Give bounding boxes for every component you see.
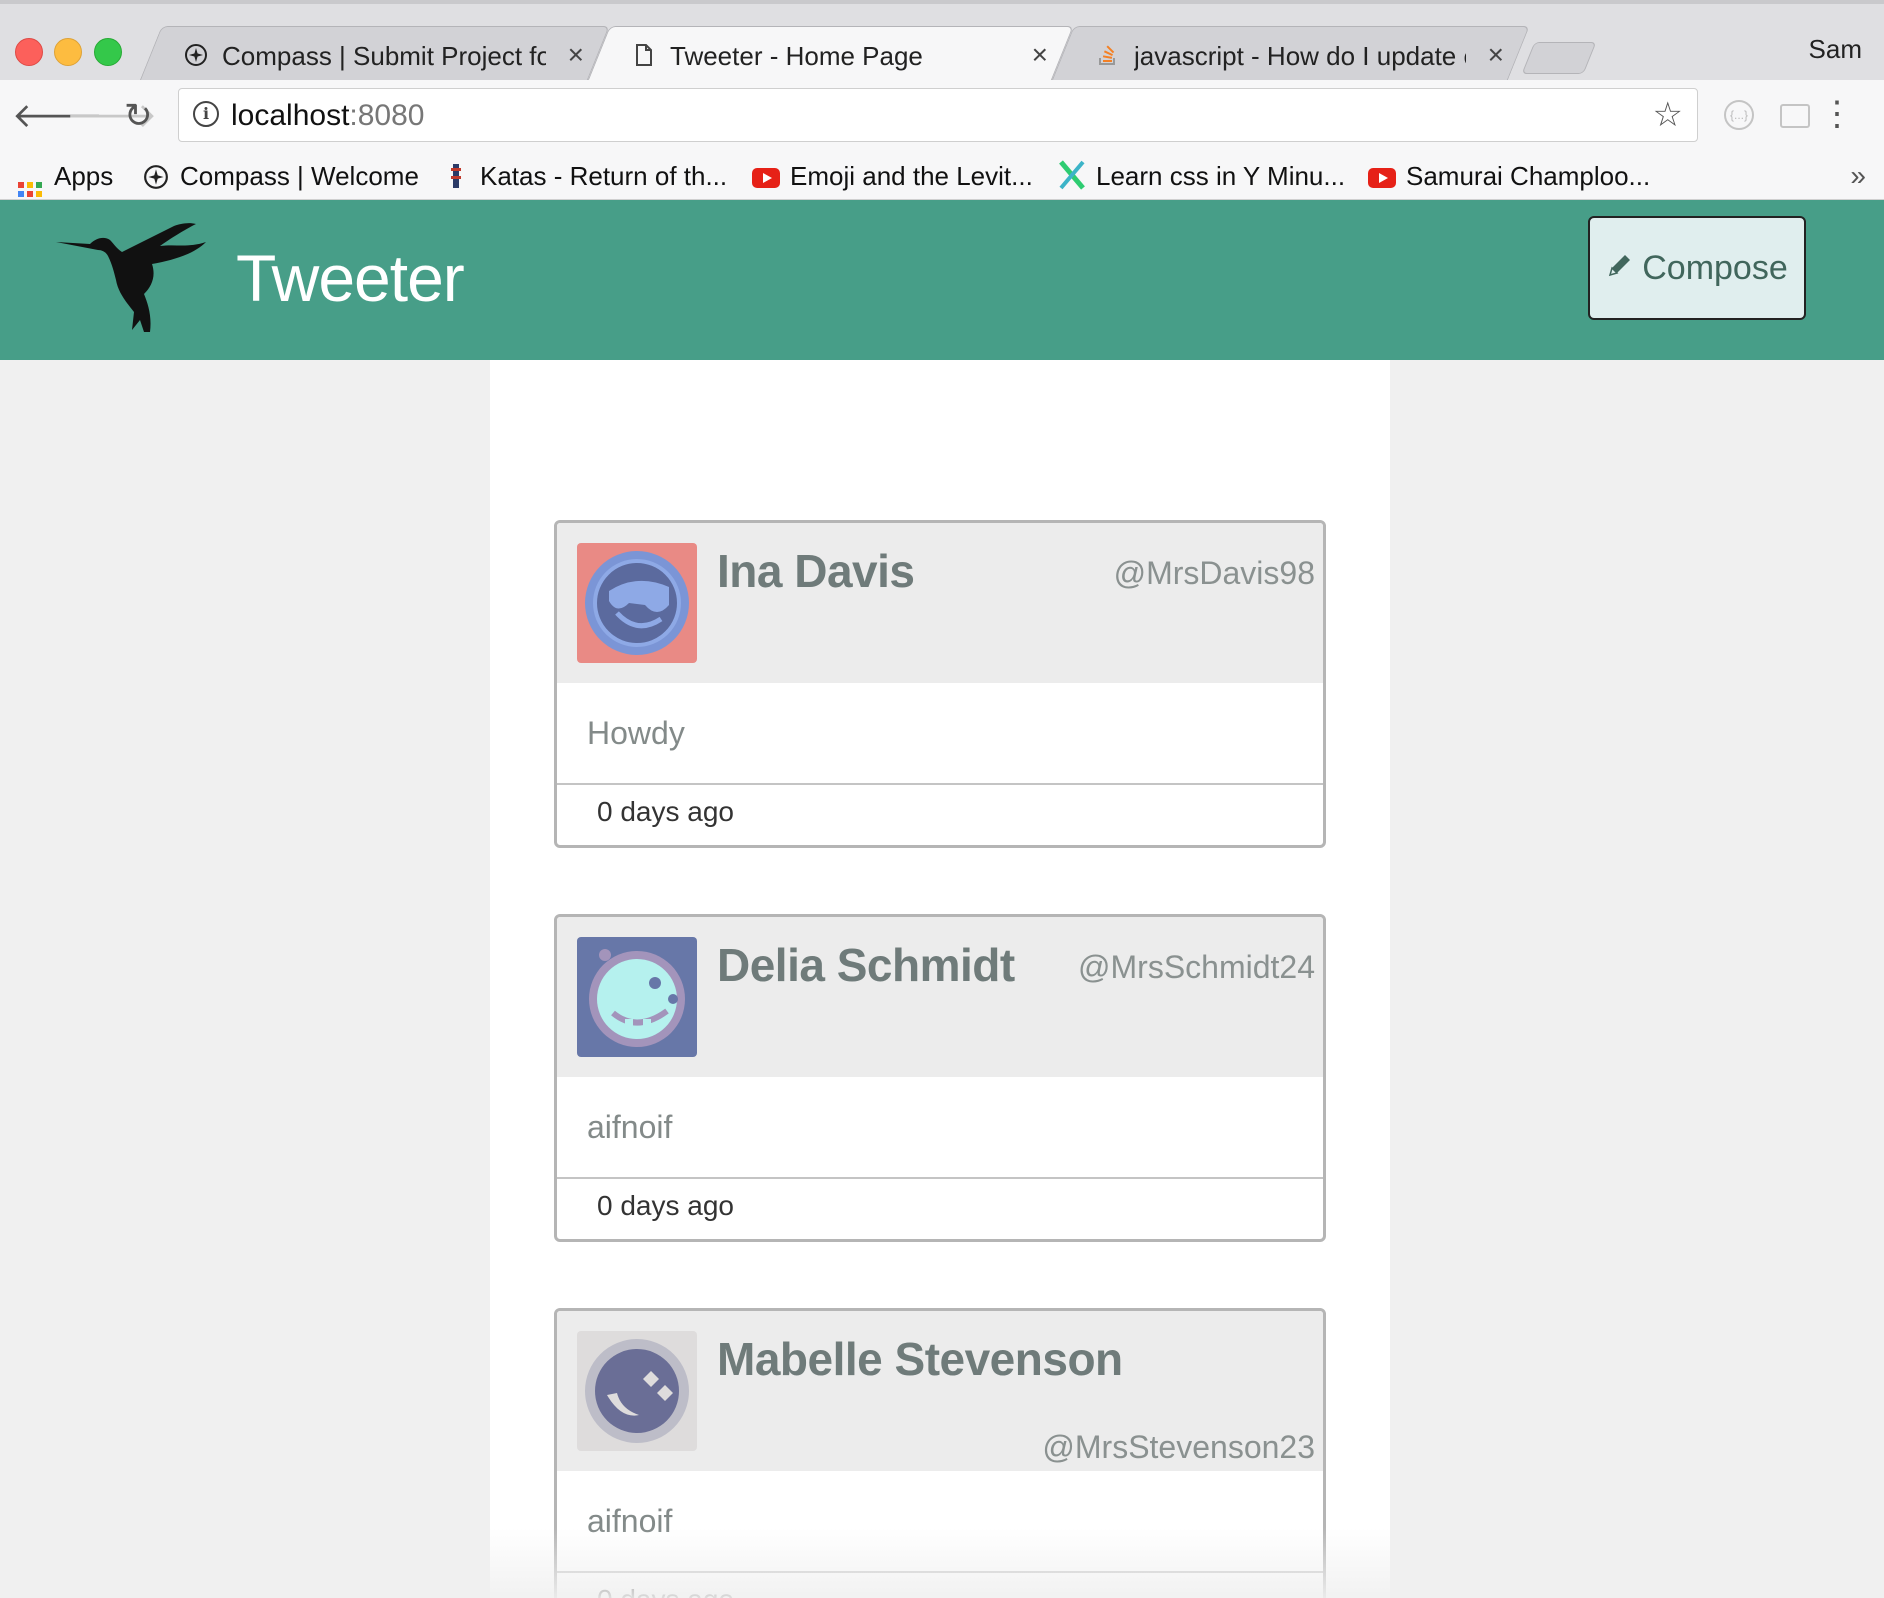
- address-bar[interactable]: i localhost:8080 ☆: [178, 88, 1698, 142]
- json-viewer-extension-icon[interactable]: {...}: [1724, 100, 1754, 130]
- document-icon: [632, 43, 656, 67]
- tweet-card: Delia Schmidt @MrsSchmidt24 aifnoif 0 da…: [554, 914, 1326, 1242]
- tweet-text: Howdy: [557, 683, 1323, 785]
- url-host: localhost: [231, 99, 350, 132]
- bookmark-learn-css[interactable]: Learn css in Y Minu...: [1058, 158, 1345, 194]
- bookmark-label: Katas - Return of th...: [480, 161, 728, 191]
- tweet-author-handle: @MrsSchmidt24: [1078, 949, 1315, 985]
- url-text[interactable]: localhost:8080: [231, 98, 424, 134]
- bookmark-label: Apps: [54, 161, 114, 191]
- url-port: :8080: [349, 99, 425, 132]
- hummingbird-logo-icon: [56, 220, 216, 335]
- compass-icon: [142, 163, 170, 191]
- reload-icon[interactable]: ↻: [124, 98, 153, 134]
- youtube-icon: [752, 168, 780, 188]
- bookmark-label: Learn css in Y Minu...: [1096, 161, 1346, 191]
- bookmark-label: Samurai Champloo...: [1406, 161, 1651, 191]
- tweet-header: Delia Schmidt @MrsSchmidt24: [557, 917, 1323, 1077]
- tweet-card: Mabelle Stevenson @MrsStevenson23 aifnoi…: [554, 1308, 1326, 1598]
- new-tab-button[interactable]: [1521, 42, 1597, 74]
- tweet-header: Ina Davis @MrsDavis98: [557, 523, 1323, 683]
- compass-icon: [184, 43, 208, 67]
- profile-name[interactable]: Sam: [1809, 34, 1862, 65]
- moon-face-avatar-icon: [577, 937, 697, 1057]
- page-viewport: Tweeter Compose Ina Davis @MrsDavis98 Ho…: [0, 200, 1884, 1598]
- tab-close-icon[interactable]: ×: [1488, 38, 1504, 72]
- browser-menu-icon[interactable]: ⋮: [1820, 94, 1854, 134]
- tab-close-icon[interactable]: ×: [1032, 38, 1048, 72]
- tweet-author-handle: @MrsStevenson23: [1042, 1429, 1315, 1465]
- tweet-container: Ina Davis @MrsDavis98 Howdy 0 days ago D…: [490, 360, 1390, 1598]
- tweet-text: aifnoif: [557, 1077, 1323, 1179]
- app-header: Tweeter Compose: [0, 200, 1884, 360]
- bookmark-emoji[interactable]: Emoji and the Levit...: [752, 158, 1033, 194]
- tweet-author-name: Delia Schmidt: [717, 939, 1015, 991]
- tweet-author-handle: @MrsDavis98: [1113, 555, 1315, 591]
- app-title[interactable]: Tweeter: [236, 238, 465, 318]
- tweet-header: Mabelle Stevenson @MrsStevenson23: [557, 1311, 1323, 1471]
- browser-tab-tweeter[interactable]: Tweeter - Home Page ×: [586, 26, 1074, 84]
- planet-face-avatar-icon: [577, 1331, 697, 1451]
- bookmark-katas[interactable]: Katas - Return of th...: [442, 158, 727, 194]
- bookmark-star-icon[interactable]: ☆: [1653, 95, 1683, 135]
- tab-close-icon[interactable]: ×: [568, 38, 584, 72]
- close-window-button[interactable]: [15, 38, 43, 66]
- bookmark-label: Compass | Welcome: [180, 161, 419, 191]
- bookmarks-bar: Apps Compass | Welcome Katas - Return of…: [0, 152, 1884, 206]
- compose-button[interactable]: Compose: [1588, 216, 1806, 320]
- bookmark-samurai[interactable]: Samurai Champloo...: [1368, 158, 1650, 194]
- browser-tab-compass[interactable]: Compass | Submit Project for E ×: [138, 26, 610, 84]
- compose-label: Compose: [1642, 249, 1788, 287]
- tweet-timestamp: 0 days ago: [557, 1573, 1323, 1598]
- stackoverflow-icon: [1096, 43, 1120, 67]
- tweet-text: aifnoif: [557, 1471, 1323, 1573]
- tweet-card: Ina Davis @MrsDavis98 Howdy 0 days ago: [554, 520, 1326, 848]
- tab-title: javascript - How do I update ea: [1134, 41, 1466, 71]
- bookmarks-overflow-icon[interactable]: »: [1850, 158, 1866, 194]
- browser-tab-stackoverflow[interactable]: javascript - How do I update ea ×: [1050, 26, 1530, 84]
- tweet-author-name: Ina Davis: [717, 545, 915, 597]
- tab-title: Compass | Submit Project for E: [222, 41, 546, 71]
- bookmark-label: Emoji and the Levit...: [790, 161, 1033, 191]
- site-info-icon[interactable]: i: [193, 101, 219, 127]
- tab-title: Tweeter - Home Page: [670, 41, 923, 71]
- bookmark-compass[interactable]: Compass | Welcome: [142, 158, 419, 194]
- youtube-icon: [1368, 168, 1396, 188]
- pencil-icon: [1606, 218, 1634, 318]
- sunglasses-avatar-icon: [577, 543, 697, 663]
- tweet-timestamp: 0 days ago: [597, 796, 734, 827]
- browser-toolbar: 🡐 🡒 ↻ i localhost:8080 ☆ {...} ⋮: [0, 80, 1884, 152]
- tweet-author-name: Mabelle Stevenson: [717, 1333, 1123, 1385]
- codewars-icon: [442, 162, 470, 190]
- bookmark-apps[interactable]: Apps: [18, 158, 114, 206]
- reader-extension-icon[interactable]: [1780, 104, 1810, 128]
- browser-titlebar: Compass | Submit Project for E × Tweeter…: [0, 0, 1884, 84]
- tweet-timestamp: 0 days ago: [597, 1190, 734, 1221]
- maximize-window-button[interactable]: [94, 38, 122, 66]
- minimize-window-button[interactable]: [54, 38, 82, 66]
- learnxiny-icon: [1058, 160, 1086, 190]
